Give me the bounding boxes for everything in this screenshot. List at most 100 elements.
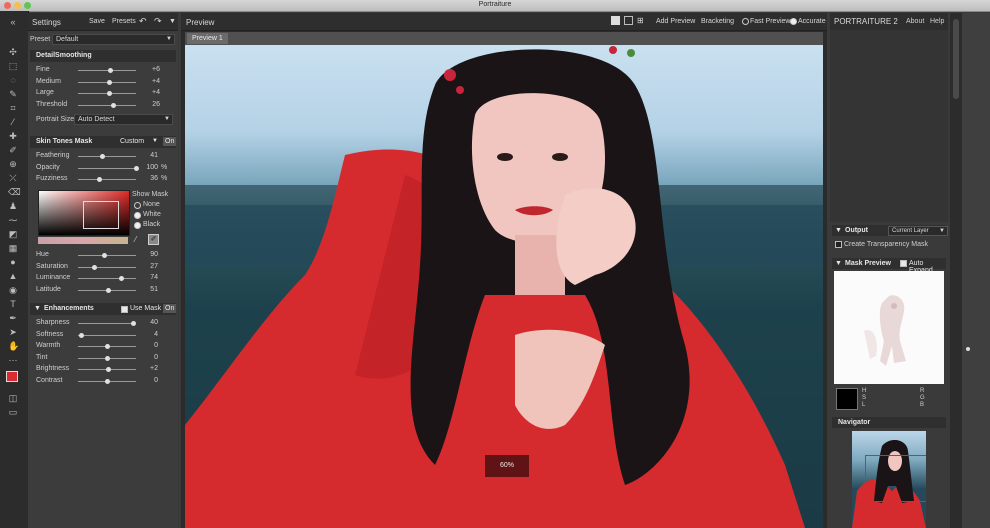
detail-smoothing-header[interactable]: DetailSmoothing <box>30 50 176 62</box>
enhancements-on-toggle[interactable]: On <box>163 304 177 313</box>
slider-label: Large <box>36 89 54 96</box>
preset-dropdown[interactable]: Default ▼ <box>52 34 175 45</box>
show-mask-radio[interactable] <box>134 202 141 209</box>
gradient-tool-icon[interactable]: ▦ <box>8 243 18 253</box>
mask-preview-header[interactable]: ▼ Mask Preview Auto Expand <box>832 258 946 274</box>
eyedropper-icon[interactable]: ⁄ <box>8 117 18 127</box>
brush-tool-icon[interactable]: ✐ <box>8 145 18 155</box>
slider-knob[interactable] <box>118 276 124 281</box>
slider-label: Medium <box>36 77 61 85</box>
save-button[interactable]: Save <box>89 18 105 25</box>
vertical-scrollbar[interactable] <box>950 13 962 528</box>
move-tool-icon[interactable]: ✣ <box>8 47 18 57</box>
slider-knob[interactable] <box>78 332 84 338</box>
about-button[interactable]: About <box>906 18 924 25</box>
preview-area: Preview ⊞ Add Preview Bracketing Fast Pr… <box>181 13 827 528</box>
single-view-icon[interactable] <box>611 16 620 25</box>
slider-label: Luminance <box>36 274 71 281</box>
slider-knob[interactable] <box>105 355 110 361</box>
slider-track[interactable] <box>78 179 136 180</box>
slider-knob[interactable] <box>106 79 112 85</box>
slider-knob[interactable] <box>105 287 111 293</box>
navigator-thumbnail[interactable] <box>852 431 926 528</box>
type-tool-icon[interactable]: T <box>8 299 18 309</box>
slider-knob[interactable] <box>105 378 110 384</box>
skin-tones-header[interactable]: Skin Tones Mask Custom ▼ On <box>30 136 177 148</box>
transparency-mask-checkbox[interactable] <box>835 241 842 248</box>
redo-icon[interactable]: ↷ <box>154 16 162 27</box>
undo-icon[interactable]: ↶ <box>139 16 147 27</box>
slider-knob[interactable] <box>91 264 97 270</box>
skin-range-box[interactable] <box>83 201 119 229</box>
enhancements-header[interactable]: ▼ Enhancements Use Mask On <box>30 303 177 315</box>
marquee-tool-icon[interactable]: ⬚ <box>8 61 18 71</box>
use-mask-checkbox[interactable] <box>121 306 128 313</box>
show-mask-radio[interactable] <box>134 222 141 229</box>
scrollbar-thumb[interactable] <box>953 19 959 99</box>
stamp-icon[interactable]: ♟ <box>8 201 18 211</box>
slider-knob[interactable] <box>106 91 112 96</box>
accurate-radio[interactable] <box>790 18 797 25</box>
add-preview-button[interactable]: Add Preview <box>656 18 695 25</box>
more-tools-icon[interactable]: ⋯ <box>8 355 18 365</box>
hue-strip[interactable] <box>38 237 128 244</box>
menu-chevron-icon[interactable]: ▼ <box>169 18 176 25</box>
skin-mode-dropdown[interactable]: Custom <box>120 138 144 145</box>
slider-track[interactable] <box>78 104 136 106</box>
slider-knob[interactable] <box>105 344 110 349</box>
lasso-tool-icon[interactable]: ◌ <box>8 75 18 85</box>
readout-letter: H <box>862 388 867 394</box>
eyedropper-plus-icon[interactable]: ✐ <box>148 234 159 245</box>
slider-knob[interactable] <box>107 68 113 73</box>
portrait-size-dropdown[interactable]: Auto Detect ▼ <box>74 114 173 125</box>
slider-knob[interactable] <box>96 177 102 182</box>
hand-tool-icon[interactable]: ✋ <box>8 341 19 351</box>
slider-knob[interactable] <box>110 102 116 108</box>
slider-track[interactable] <box>78 323 136 324</box>
healing-brush-icon[interactable]: ✚ <box>8 131 18 141</box>
crop-tool-icon[interactable]: ⌗ <box>8 103 18 113</box>
slider-knob[interactable] <box>106 367 112 372</box>
slider-track[interactable] <box>78 266 136 268</box>
bracketing-button[interactable]: Bracketing <box>701 18 734 25</box>
auto-expand-checkbox[interactable] <box>900 260 907 267</box>
clone-stamp-icon[interactable]: ⊕ <box>8 159 18 169</box>
skin-color-picker[interactable] <box>38 190 130 236</box>
sharpen-tool-icon[interactable]: ▲ <box>8 271 18 281</box>
eraser-tool-icon[interactable]: ⌫ <box>8 187 21 197</box>
history-brush-icon[interactable]: ⤫ <box>8 173 18 183</box>
eraser-alt-icon[interactable]: ◩ <box>8 229 18 239</box>
quick-select-icon[interactable]: ✎ <box>8 89 18 99</box>
split-view-icon[interactable] <box>624 16 633 25</box>
chevron-down-icon: ▼ <box>166 36 172 42</box>
show-mask-radio[interactable] <box>134 212 141 219</box>
slider-track[interactable] <box>78 334 136 336</box>
collapse-arrows-icon[interactable]: « <box>8 17 18 27</box>
slider-track[interactable] <box>78 278 136 279</box>
slider-knob[interactable] <box>99 154 105 159</box>
dodge-tool-icon[interactable]: ◉ <box>8 285 18 295</box>
slider-knob[interactable] <box>131 321 137 326</box>
settings-title: Settings <box>32 18 61 27</box>
quick-mask-icon[interactable]: ◫ <box>8 393 18 403</box>
pen-tool-icon[interactable]: ✒ <box>8 313 18 323</box>
preview-photo[interactable]: 60% <box>185 45 823 528</box>
screen-mode-icon[interactable]: ▭ <box>8 407 18 417</box>
help-button[interactable]: Help <box>930 18 944 25</box>
eyedropper-icon[interactable]: ⁄ <box>135 235 136 244</box>
output-dropdown[interactable]: Current Layer ▼ <box>888 226 948 236</box>
navigator-view-box[interactable] <box>865 455 926 502</box>
smudge-icon[interactable]: ⁓ <box>8 215 18 225</box>
path-select-icon[interactable]: ➤ <box>8 327 18 337</box>
slider-track[interactable] <box>78 167 136 169</box>
slider-track[interactable] <box>78 156 136 157</box>
foreground-color-swatch[interactable] <box>6 371 18 382</box>
tab-preview-1[interactable]: Preview 1 <box>187 33 228 44</box>
skin-on-toggle[interactable]: On <box>163 137 177 146</box>
fast-preview-radio[interactable] <box>742 18 749 25</box>
blur-tool-icon[interactable]: ● <box>8 257 18 267</box>
slider-knob[interactable] <box>102 253 108 258</box>
presets-button[interactable]: Presets <box>112 18 136 25</box>
grid-view-icon[interactable]: ⊞ <box>637 16 644 25</box>
navigator-header[interactable]: Navigator <box>832 417 946 428</box>
